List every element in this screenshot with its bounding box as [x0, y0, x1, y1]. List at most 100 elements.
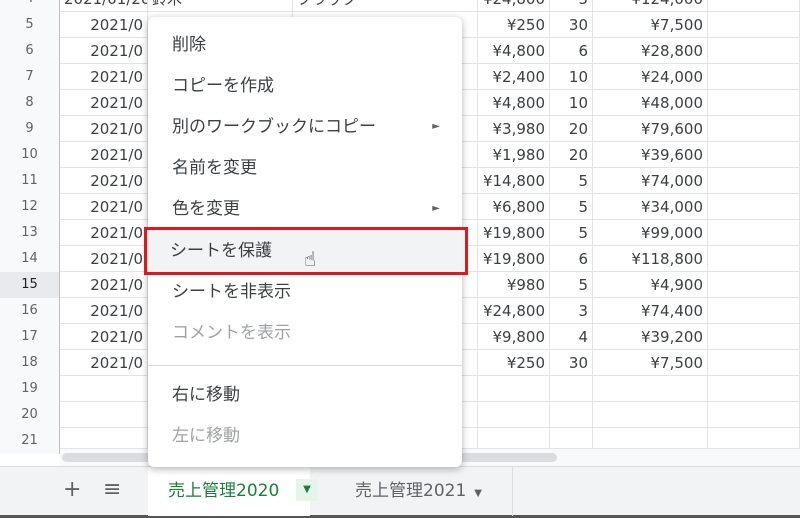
- cell[interactable]: ¥48,000: [593, 90, 708, 116]
- row-header[interactable]: 14: [0, 246, 60, 272]
- cell[interactable]: [593, 376, 708, 402]
- cell[interactable]: ¥6,800: [478, 194, 550, 220]
- row-header[interactable]: 18: [0, 350, 60, 376]
- cell[interactable]: 2021/0: [60, 142, 148, 168]
- cell[interactable]: ¥74,000: [593, 168, 708, 194]
- cell[interactable]: ¥7,500: [593, 350, 708, 376]
- row-header[interactable]: 19: [0, 376, 60, 402]
- cell[interactable]: ¥24,000: [593, 64, 708, 90]
- sheet-tab-2021[interactable]: 売上管理2021 ▼: [335, 467, 513, 516]
- chevron-down-icon[interactable]: ▼: [296, 479, 318, 501]
- row-header[interactable]: 10: [0, 142, 60, 168]
- cell[interactable]: ¥7,500: [593, 12, 708, 38]
- cell[interactable]: ブラック: [293, 0, 478, 12]
- cell[interactable]: [708, 90, 800, 116]
- cell[interactable]: [478, 376, 550, 402]
- cell[interactable]: [478, 402, 550, 428]
- cell[interactable]: ¥74,400: [593, 298, 708, 324]
- cell[interactable]: ¥24,800: [478, 0, 550, 12]
- row-header[interactable]: 17: [0, 324, 60, 350]
- cell[interactable]: [708, 142, 800, 168]
- cell[interactable]: ¥250: [478, 12, 550, 38]
- cell[interactable]: ¥9,800: [478, 324, 550, 350]
- cell[interactable]: 5: [550, 220, 593, 246]
- cell[interactable]: ¥118,800: [593, 246, 708, 272]
- cell[interactable]: ¥3,980: [478, 116, 550, 142]
- cell[interactable]: [708, 194, 800, 220]
- add-sheet-button[interactable]: +: [63, 477, 81, 502]
- row-header[interactable]: 21: [0, 428, 60, 454]
- cell[interactable]: ¥2,400: [478, 64, 550, 90]
- cell[interactable]: 30: [550, 350, 593, 376]
- cell[interactable]: 2021/0: [60, 324, 148, 350]
- cell[interactable]: ¥250: [478, 350, 550, 376]
- cell[interactable]: [708, 246, 800, 272]
- cell[interactable]: 4: [550, 324, 593, 350]
- cell[interactable]: 3: [550, 298, 593, 324]
- row-header[interactable]: 4: [0, 0, 60, 12]
- cell[interactable]: 5: [550, 168, 593, 194]
- cell[interactable]: 10: [550, 64, 593, 90]
- cell[interactable]: 2021/0: [60, 116, 148, 142]
- cell[interactable]: [593, 402, 708, 428]
- cell[interactable]: [708, 402, 800, 428]
- cell[interactable]: ¥24,800: [478, 298, 550, 324]
- cell[interactable]: [708, 168, 800, 194]
- cell[interactable]: 6: [550, 246, 593, 272]
- cell[interactable]: [708, 324, 800, 350]
- cell[interactable]: ¥19,800: [478, 220, 550, 246]
- menu-item[interactable]: 別のワークブックにコピー ►: [148, 107, 462, 147]
- cell[interactable]: 2021/01/20: [60, 0, 148, 12]
- row-header[interactable]: 5: [0, 12, 60, 38]
- cell[interactable]: [708, 272, 800, 298]
- cell[interactable]: [708, 298, 800, 324]
- cell[interactable]: ¥19,800: [478, 246, 550, 272]
- cell[interactable]: [708, 350, 800, 376]
- cell[interactable]: ¥4,900: [593, 272, 708, 298]
- cell[interactable]: [708, 220, 800, 246]
- cell[interactable]: ¥39,200: [593, 324, 708, 350]
- cell[interactable]: ¥39,600: [593, 142, 708, 168]
- cell[interactable]: [60, 402, 148, 428]
- cell[interactable]: [708, 376, 800, 402]
- cell[interactable]: [708, 38, 800, 64]
- cell[interactable]: ¥28,800: [593, 38, 708, 64]
- cell[interactable]: [708, 116, 800, 142]
- cell[interactable]: 2021/0: [60, 272, 148, 298]
- cell[interactable]: ¥1,980: [478, 142, 550, 168]
- cell[interactable]: ¥980: [478, 272, 550, 298]
- cell[interactable]: 鈴木: [148, 0, 293, 12]
- cell[interactable]: ¥124,000: [593, 0, 708, 12]
- cell[interactable]: [550, 376, 593, 402]
- menu-item[interactable]: コピーを作成: [148, 66, 462, 106]
- cell[interactable]: 30: [550, 12, 593, 38]
- cell[interactable]: 10: [550, 90, 593, 116]
- cell[interactable]: [60, 376, 148, 402]
- cell[interactable]: 2021/0: [60, 64, 148, 90]
- row-header[interactable]: 11: [0, 168, 60, 194]
- cell[interactable]: 2021/0: [60, 12, 148, 38]
- cell[interactable]: 2021/0: [60, 38, 148, 64]
- cell[interactable]: 20: [550, 116, 593, 142]
- cell[interactable]: 6: [550, 38, 593, 64]
- menu-item[interactable]: 名前を変更: [148, 148, 462, 188]
- cell[interactable]: 2021/0: [60, 168, 148, 194]
- cell[interactable]: 2021/0: [60, 194, 148, 220]
- menu-item[interactable]: シートを非表示: [148, 272, 462, 312]
- cell[interactable]: 5: [550, 0, 593, 12]
- chevron-down-icon[interactable]: ▼: [474, 488, 482, 499]
- menu-item[interactable]: 右に移動: [148, 375, 462, 415]
- cell[interactable]: 20: [550, 142, 593, 168]
- cell[interactable]: 5: [550, 194, 593, 220]
- cell[interactable]: [708, 12, 800, 38]
- cell[interactable]: ¥99,000: [593, 220, 708, 246]
- cell[interactable]: [708, 64, 800, 90]
- cell[interactable]: ¥79,600: [593, 116, 708, 142]
- row-header[interactable]: 9: [0, 116, 60, 142]
- cell[interactable]: 2021/0: [60, 298, 148, 324]
- menu-item[interactable]: 色を変更 ►: [148, 189, 462, 229]
- cell[interactable]: 2021/0: [60, 246, 148, 272]
- row-header[interactable]: 8: [0, 90, 60, 116]
- row-header[interactable]: 16: [0, 298, 60, 324]
- cell[interactable]: ¥14,800: [478, 168, 550, 194]
